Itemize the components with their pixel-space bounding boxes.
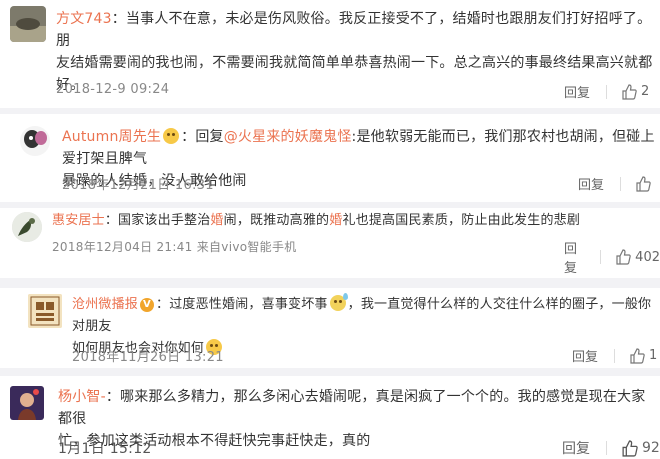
comment-2: Autumn周先生 ：回复@火星来的妖魔鬼怪:是他软弱无能而已，我们那农村也胡闹，… [0,114,660,202]
verified-badge-icon: V [140,298,155,312]
comment-time: 2018年12月21日 16:31 [62,178,214,193]
reply-button[interactable]: 回复 [562,438,590,458]
avatar-image-icon [12,212,42,242]
divider [0,278,660,288]
comment-author[interactable]: 方文743 [56,11,112,27]
comment-time: 2018年12月04日 21:41 来自vivo智能手机 [52,240,297,254]
avatar[interactable] [12,212,42,242]
reply-button[interactable]: 回复 [564,238,584,276]
like-count: 2 [641,84,650,99]
comment-author[interactable]: 沧州微播报 [72,297,138,312]
avatar[interactable] [10,6,46,42]
avatar-logo-icon [28,294,62,328]
avatar[interactable] [10,386,44,420]
thumbs-up-icon [622,439,638,457]
divider [600,250,602,264]
comment-4: 沧州微播报 V ：过度恶性婚闹，喜事变坏事 ，我一直觉得什么样的人交往什么样的圈子，一… [0,288,660,368]
like-count: 1 [649,348,658,363]
comment-time: 2018-12-9 09:24 [56,82,170,97]
comment-actions: 回复 92 [562,438,660,458]
divider [0,368,660,376]
comment-actions: 回复 402 [564,238,660,276]
like-count: 402 [635,249,660,265]
divider [614,348,616,363]
like-button[interactable]: 1 [629,347,658,364]
thumbs-up-icon [616,249,631,265]
like-button[interactable]: 92 [621,439,660,457]
avatar[interactable] [20,126,50,156]
comment-author[interactable]: 杨小智- [58,389,106,405]
comment-time: 2018年11月26日 13:21 [72,350,224,365]
comment-time: 1月1日 15:12 [58,441,152,457]
avatar-image-icon [20,126,50,156]
avatar-image-icon [10,386,44,420]
comment-5: 杨小智-：哪来那么多精力，那么多闲心去婚闹呢，真是闲疯了一个个的。我的感觉是现在… [0,376,660,459]
like-button[interactable]: 402 [615,249,660,265]
avatar-image-icon [10,6,46,42]
comment-text: 惠安居士：国家该出手整治婚闹，既推动高雅的婚礼也提高国民素质，防止由此发生的悲剧 [52,213,581,228]
like-button[interactable]: 2 [621,83,650,100]
reply-button[interactable]: 回复 [578,174,604,193]
thumbs-up-icon [636,175,651,192]
mention-link[interactable]: @火星来的妖魔鬼怪 [224,129,352,145]
divider [606,84,608,99]
comment-actions: 回复 2 [564,82,649,101]
comment-actions: 回复 1 [572,346,657,365]
heart-eyes-emoji-icon [163,128,180,144]
like-count: 92 [642,440,660,456]
divider [606,441,607,455]
comment-3: 惠安居士：国家该出手整治婚闹，既推动高雅的婚礼也提高国民素质，防止由此发生的悲剧… [0,208,660,278]
comment-1: 方文743：当事人不在意，未必是伤风败俗。我反正接受不了，结婚时也跟朋友们打好招… [0,0,660,108]
reply-button[interactable]: 回复 [564,82,590,101]
reply-button[interactable]: 回复 [572,346,598,365]
sweat-emoji-icon [329,293,348,311]
thumbs-up-icon [630,347,645,364]
avatar[interactable] [28,294,62,328]
divider [620,176,622,191]
thumbs-up-icon [622,83,637,100]
comment-actions: 回复 [578,174,655,193]
comment-author[interactable]: 惠安居士 [52,213,105,228]
comment-author[interactable]: Autumn周先生 [62,129,161,145]
like-button[interactable] [635,175,655,192]
